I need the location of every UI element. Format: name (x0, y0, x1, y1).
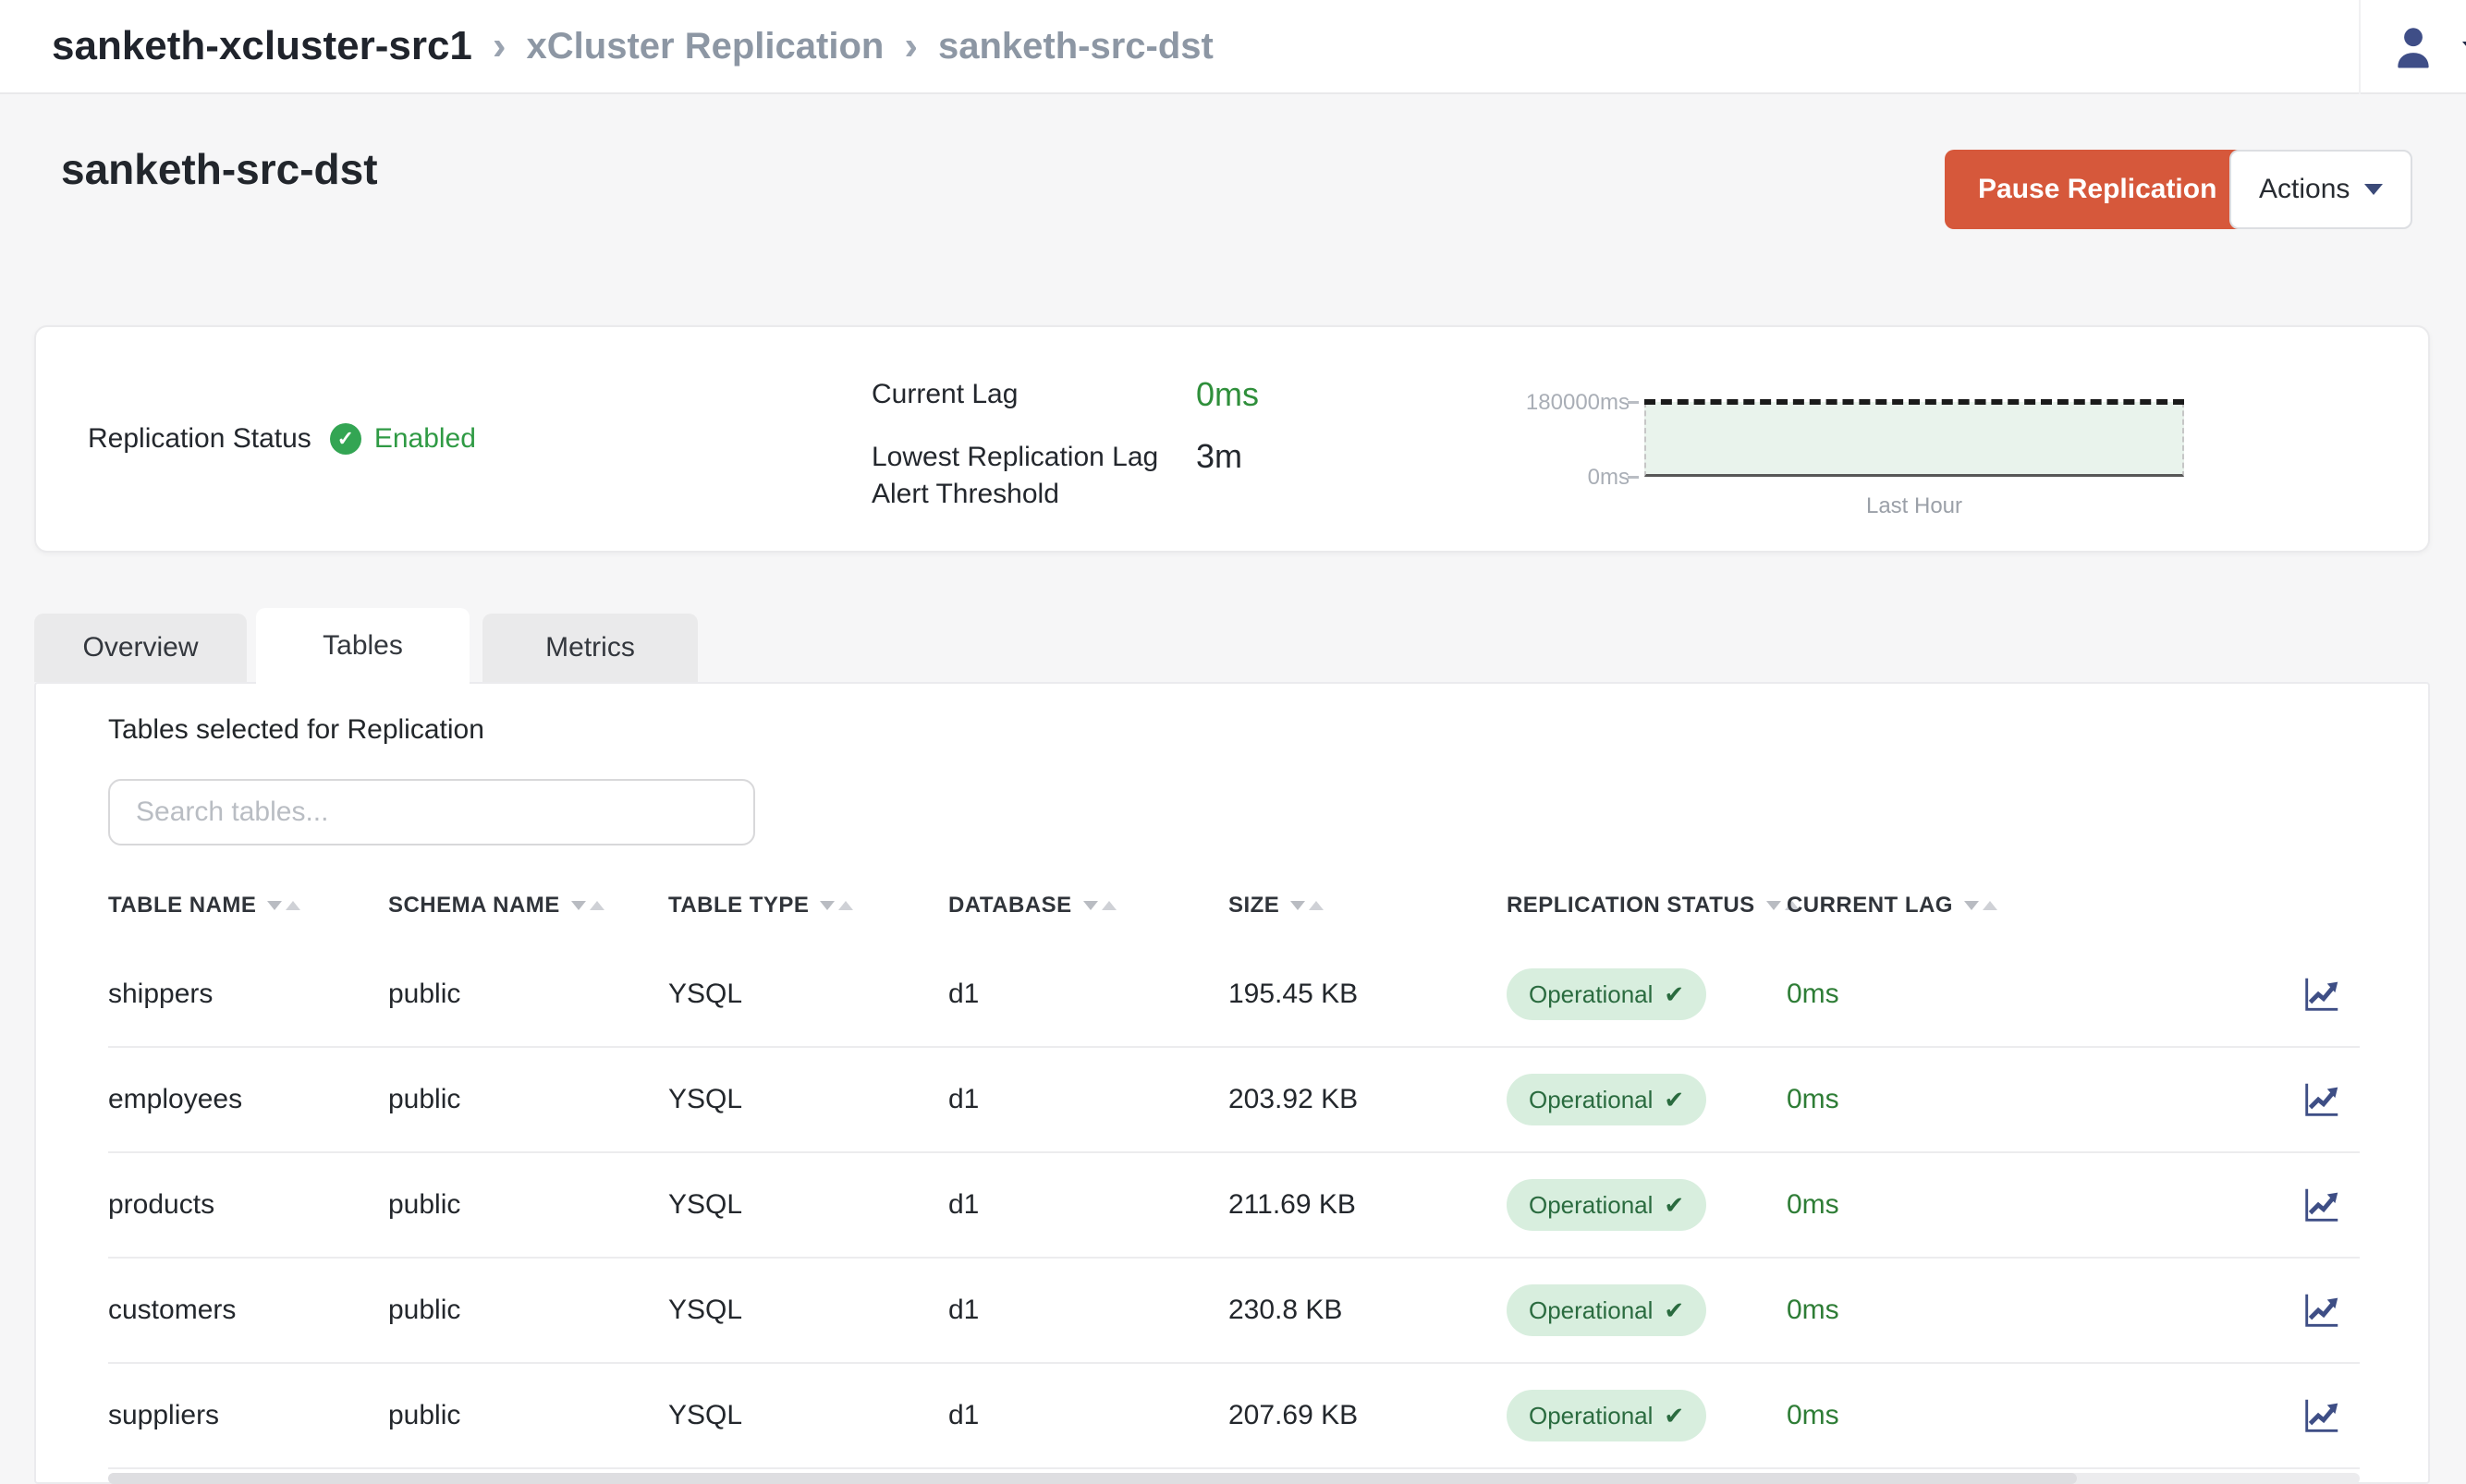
pause-replication-button[interactable]: Pause Replication (1945, 150, 2250, 229)
cell-schema-name: public (388, 1084, 668, 1115)
cell-current-lag: 0ms (1787, 1084, 2067, 1115)
cell-size: 207.69 KB (1228, 1400, 1507, 1431)
column-header-size[interactable]: SIZE (1228, 893, 1507, 918)
column-header-schema-name[interactable]: SCHEMA NAME (388, 893, 668, 918)
chevron-right-icon: › (493, 23, 507, 69)
replication-tables-table: TABLE NAME SCHEMA NAME TABLE TYPE DATABA… (108, 869, 2360, 1469)
user-avatar-icon[interactable] (2388, 22, 2438, 72)
top-bar: sanketh-xcluster-src1 › xCluster Replica… (0, 0, 2466, 94)
check-icon: ✔ (1664, 980, 1684, 1009)
cell-table-name: employees (108, 1084, 388, 1115)
status-badge: Operational✔ (1507, 968, 1706, 1020)
column-header-current-lag[interactable]: CURRENT LAG (1787, 893, 2067, 918)
cell-database: d1 (948, 1400, 1228, 1431)
cell-database: d1 (948, 1189, 1228, 1221)
header-divider (2359, 0, 2361, 94)
lag-chart-plot-area (1644, 402, 2184, 477)
cell-table-type: YSQL (668, 1189, 948, 1221)
cell-size: 195.45 KB (1228, 979, 1507, 1010)
cell-schema-name: public (388, 979, 668, 1010)
tables-panel: Tables selected for Replication TABLE NA… (34, 682, 2430, 1484)
search-input[interactable] (108, 779, 755, 845)
cell-current-lag: 0ms (1787, 979, 2067, 1010)
column-header-table-type[interactable]: TABLE TYPE (668, 893, 948, 918)
cell-table-type: YSQL (668, 1084, 948, 1115)
cell-size: 211.69 KB (1228, 1189, 1507, 1221)
sort-icon[interactable] (267, 901, 300, 910)
chevron-down-icon[interactable] (2462, 42, 2466, 54)
table-row: shippers public YSQL d1 195.45 KB Operat… (108, 943, 2360, 1048)
cell-size: 230.8 KB (1228, 1295, 1507, 1326)
cell-table-name: suppliers (108, 1400, 388, 1431)
cell-table-type: YSQL (668, 1295, 948, 1326)
table-row: products public YSQL d1 211.69 KB Operat… (108, 1153, 2360, 1259)
lag-threshold-line (1644, 399, 2184, 405)
cell-table-name: shippers (108, 979, 388, 1010)
cell-current-lag: 0ms (1787, 1295, 2067, 1326)
actions-button[interactable]: Actions (2229, 150, 2412, 229)
table-row: customers public YSQL d1 230.8 KB Operat… (108, 1259, 2360, 1364)
tab-metrics[interactable]: Metrics (482, 614, 698, 682)
status-badge: Operational✔ (1507, 1390, 1706, 1441)
cell-table-name: products (108, 1189, 388, 1221)
chevron-down-icon (2364, 184, 2383, 195)
lag-mini-chart: 180000ms 0ms Last Hour (36, 327, 2428, 551)
chart-xaxis-label: Last Hour (1644, 493, 2184, 519)
status-badge: Operational✔ (1507, 1074, 1706, 1125)
breadcrumb-xcluster-replication[interactable]: xCluster Replication (527, 26, 885, 67)
cell-table-type: YSQL (668, 1400, 948, 1431)
table-row: suppliers public YSQL d1 207.69 KB Opera… (108, 1364, 2360, 1469)
sort-icon[interactable] (571, 901, 604, 910)
column-header-replication-status[interactable]: REPLICATION STATUS (1507, 893, 1787, 918)
column-header-table-name[interactable]: TABLE NAME (108, 893, 388, 918)
cell-schema-name: public (388, 1400, 668, 1431)
horizontal-scrollbar[interactable] (108, 1473, 2360, 1484)
tables-panel-heading: Tables selected for Replication (108, 714, 484, 746)
column-header-database[interactable]: DATABASE (948, 893, 1228, 918)
actions-button-label: Actions (2259, 174, 2350, 205)
sort-icon[interactable] (1290, 901, 1324, 910)
cell-table-type: YSQL (668, 979, 948, 1010)
chevron-right-icon: › (904, 23, 918, 69)
scrollbar-thumb[interactable] (108, 1473, 2077, 1484)
chart-ymax-label: 180000ms (1526, 390, 1630, 416)
status-badge: Operational✔ (1507, 1284, 1706, 1336)
cell-database: d1 (948, 1295, 1228, 1326)
chart-ymin-label: 0ms (1588, 465, 1630, 491)
cell-size: 203.92 KB (1228, 1084, 1507, 1115)
sort-icon[interactable] (1083, 901, 1117, 910)
tab-tables[interactable]: Tables (256, 608, 470, 684)
cell-current-lag: 0ms (1787, 1400, 2067, 1431)
sort-icon[interactable] (820, 901, 853, 910)
check-icon: ✔ (1664, 1086, 1684, 1114)
page-title: sanketh-src-dst (61, 144, 378, 194)
cell-schema-name: public (388, 1189, 668, 1221)
check-icon: ✔ (1664, 1296, 1684, 1325)
user-menu[interactable] (2388, 22, 2466, 72)
cell-database: d1 (948, 979, 1228, 1010)
table-row: employees public YSQL d1 203.92 KB Opera… (108, 1048, 2360, 1153)
cell-table-name: customers (108, 1295, 388, 1326)
chart-tick (1628, 476, 1639, 479)
lag-graph-button[interactable] (2301, 1289, 2360, 1332)
lag-graph-button[interactable] (2301, 1078, 2360, 1121)
cell-database: d1 (948, 1084, 1228, 1115)
cell-current-lag: 0ms (1787, 1189, 2067, 1221)
lag-graph-button[interactable] (2301, 1394, 2360, 1437)
screen: sanketh-xcluster-src1 › xCluster Replica… (0, 0, 2466, 1484)
table-header-row: TABLE NAME SCHEMA NAME TABLE TYPE DATABA… (108, 869, 2360, 943)
chart-tick (1628, 401, 1639, 404)
replication-status-card: Replication Status ✓ Enabled Current Lag… (34, 325, 2430, 553)
lag-graph-button[interactable] (2301, 1184, 2360, 1226)
cell-schema-name: public (388, 1295, 668, 1326)
breadcrumb-universe[interactable]: sanketh-xcluster-src1 (52, 23, 472, 69)
breadcrumb-current-config: sanketh-src-dst (938, 26, 1214, 67)
tab-overview[interactable]: Overview (34, 614, 247, 682)
check-icon: ✔ (1664, 1191, 1684, 1220)
check-icon: ✔ (1664, 1402, 1684, 1430)
status-badge: Operational✔ (1507, 1179, 1706, 1231)
sort-icon[interactable] (1964, 901, 1997, 910)
lag-graph-button[interactable] (2301, 973, 2360, 1016)
